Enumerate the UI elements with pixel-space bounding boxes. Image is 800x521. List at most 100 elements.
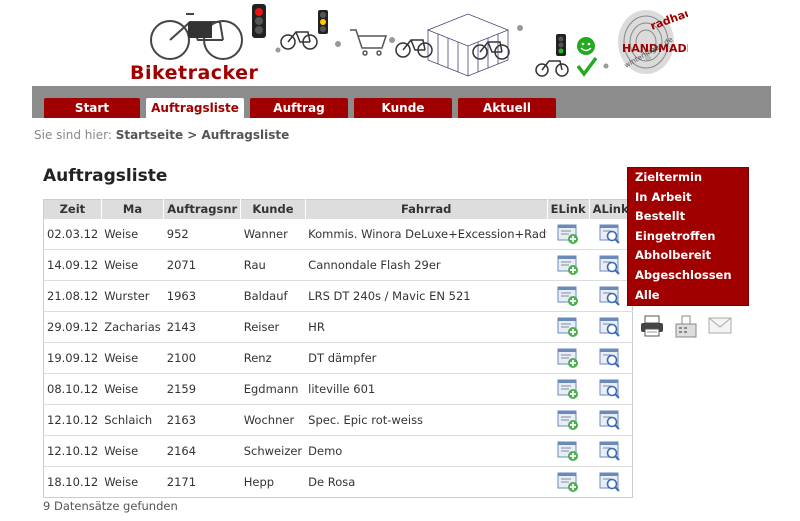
cell-kunde: Wanner — [240, 218, 306, 250]
cell-auftragsnr: 2163 — [163, 404, 241, 436]
elink-icon[interactable] — [547, 218, 590, 250]
cell-ma: Wurster — [101, 280, 164, 312]
col-ma[interactable]: Ma — [101, 199, 165, 219]
alink-icon[interactable] — [589, 435, 633, 467]
table-row[interactable]: 08.10.12 Weise 2159 Egdmann liteville 601 — [43, 373, 633, 405]
status-abholbereit[interactable]: Abholbereit — [628, 246, 748, 266]
alink-icon[interactable] — [589, 311, 633, 343]
cell-auftragsnr: 2143 — [163, 311, 241, 343]
cell-fahrrad: Demo — [305, 435, 548, 467]
status-zieltermin[interactable]: Zieltermin — [628, 168, 748, 188]
cell-fahrrad: HR — [305, 311, 548, 343]
fax-icon[interactable] — [674, 315, 698, 339]
orders-table: Zeit Ma Auftragsnr Kunde Fahrrad ELink A… — [43, 199, 633, 498]
elink-icon[interactable] — [547, 435, 590, 467]
cell-zeit: 02.03.12 — [43, 218, 102, 250]
cell-auftragsnr: 952 — [163, 218, 241, 250]
cell-ma: Weise — [101, 466, 164, 498]
col-elink[interactable]: ELink — [547, 199, 590, 219]
breadcrumb-path[interactable]: Startseite > Auftragsliste — [116, 128, 290, 142]
col-fahrrad[interactable]: Fahrrad — [305, 199, 548, 219]
table-row[interactable]: 14.09.12 Weise 2071 Rau Cannondale Flash 29e… — [43, 249, 633, 281]
cell-zeit: 12.10.12 — [43, 404, 102, 436]
cell-fahrrad: DT dämpfer — [305, 342, 548, 374]
elink-icon[interactable] — [547, 311, 590, 343]
cell-fahrrad: LRS DT 240s / Mavic EN 521 — [305, 280, 548, 312]
cell-kunde: Schweizer — [240, 435, 306, 467]
mail-icon[interactable] — [708, 315, 732, 335]
table-row[interactable]: 18.10.12 Weise 2171 Hepp De Rosa — [43, 466, 633, 498]
elink-icon[interactable] — [547, 280, 590, 312]
tab-aktuell[interactable]: Aktuell — [458, 98, 556, 118]
table-row[interactable]: 21.08.12 Wurster 1963 Baldauf LRS DT 240s / … — [43, 280, 633, 312]
cell-kunde: Wochner — [240, 404, 306, 436]
cell-fahrrad: Cannondale Flash 29er — [305, 249, 548, 281]
tab-start[interactable]: Start — [44, 98, 140, 118]
table-row[interactable]: 19.09.12 Weise 2100 Renz DT dämpfer — [43, 342, 633, 374]
cell-zeit: 18.10.12 — [43, 466, 102, 498]
status-alle[interactable]: Alle — [628, 286, 748, 306]
cell-ma: Weise — [101, 435, 164, 467]
cell-fahrrad: Spec. Epic rot-weiss — [305, 404, 548, 436]
cell-zeit: 19.09.12 — [43, 342, 102, 374]
cell-auftragsnr: 1963 — [163, 280, 241, 312]
alink-icon[interactable] — [589, 466, 633, 498]
alink-icon[interactable] — [589, 218, 633, 250]
status-eingetroffen[interactable]: Eingetroffen — [628, 227, 748, 247]
elink-icon[interactable] — [547, 404, 590, 436]
alink-icon[interactable] — [589, 342, 633, 374]
cell-kunde: Rau — [240, 249, 306, 281]
table-row[interactable]: 12.10.12 Schlaich 2163 Wochner Spec. Epic ro… — [43, 404, 633, 436]
status-in-arbeit[interactable]: In Arbeit — [628, 188, 748, 208]
cell-kunde: Reiser — [240, 311, 306, 343]
cell-zeit: 14.09.12 — [43, 249, 102, 281]
status-bestellt[interactable]: Bestellt — [628, 207, 748, 227]
cell-ma: Weise — [101, 373, 164, 405]
elink-icon[interactable] — [547, 249, 590, 281]
elink-icon[interactable] — [547, 466, 590, 498]
tab-kunde[interactable]: Kunde — [354, 98, 452, 118]
page-title: Auftragsliste — [43, 166, 168, 186]
col-alink[interactable]: ALink — [589, 199, 633, 219]
cell-zeit: 08.10.12 — [43, 373, 102, 405]
cell-kunde: Baldauf — [240, 280, 306, 312]
tab-auftrag[interactable]: Auftrag — [250, 98, 348, 118]
tab-auftragsliste[interactable]: Auftragsliste — [146, 98, 244, 118]
header: Biketracker radhaus HANDMADE winterlinge… — [0, 0, 800, 86]
elink-icon[interactable] — [547, 342, 590, 374]
alink-icon[interactable] — [589, 249, 633, 281]
cell-kunde: Hepp — [240, 466, 306, 498]
cell-kunde: Egdmann — [240, 373, 306, 405]
cell-fahrrad: liteville 601 — [305, 373, 548, 405]
cell-zeit: 21.08.12 — [43, 280, 102, 312]
status-abgeschlossen[interactable]: Abgeschlossen — [628, 266, 748, 286]
elink-icon[interactable] — [547, 373, 590, 405]
records-found: 9 Datensätze gefunden — [43, 499, 178, 513]
cell-auftragsnr: 2171 — [163, 466, 241, 498]
main-nav: Start Auftragsliste Auftrag Kunde Aktuel… — [32, 86, 771, 118]
cell-auftragsnr: 2100 — [163, 342, 241, 374]
table-row[interactable]: 29.09.12 Zacharias 2143 Reiser HR — [43, 311, 633, 343]
status-menu: Zieltermin In Arbeit Bestellt Eingetroff… — [627, 167, 749, 306]
cell-auftragsnr: 2159 — [163, 373, 241, 405]
radhaus-logo: radhaus HANDMADE winterlingen.de — [618, 8, 688, 74]
cell-auftragsnr: 2071 — [163, 249, 241, 281]
col-kunde[interactable]: Kunde — [240, 199, 306, 219]
col-zeit[interactable]: Zeit — [43, 199, 102, 219]
cell-zeit: 29.09.12 — [43, 311, 102, 343]
cell-kunde: Renz — [240, 342, 306, 374]
alink-icon[interactable] — [589, 404, 633, 436]
breadcrumb: Sie sind hier: Startseite > Auftragslist… — [34, 128, 289, 142]
table-row[interactable]: 12.10.12 Weise 2164 Schweizer Demo — [43, 435, 633, 467]
cell-auftragsnr: 2164 — [163, 435, 241, 467]
print-icon[interactable] — [640, 315, 664, 337]
cell-fahrrad: De Rosa — [305, 466, 548, 498]
cell-fahrrad: Kommis. Winora DeLuxe+Excession+Radträg — [305, 218, 548, 250]
col-auftragsnr[interactable]: Auftragsnr — [163, 199, 242, 219]
alink-icon[interactable] — [589, 280, 633, 312]
cell-ma: Weise — [101, 342, 164, 374]
alink-icon[interactable] — [589, 373, 633, 405]
cell-ma: Weise — [101, 218, 164, 250]
table-row[interactable]: 02.03.12 Weise 952 Wanner Kommis. Winora DeL… — [43, 218, 633, 250]
cell-ma: Schlaich — [101, 404, 164, 436]
